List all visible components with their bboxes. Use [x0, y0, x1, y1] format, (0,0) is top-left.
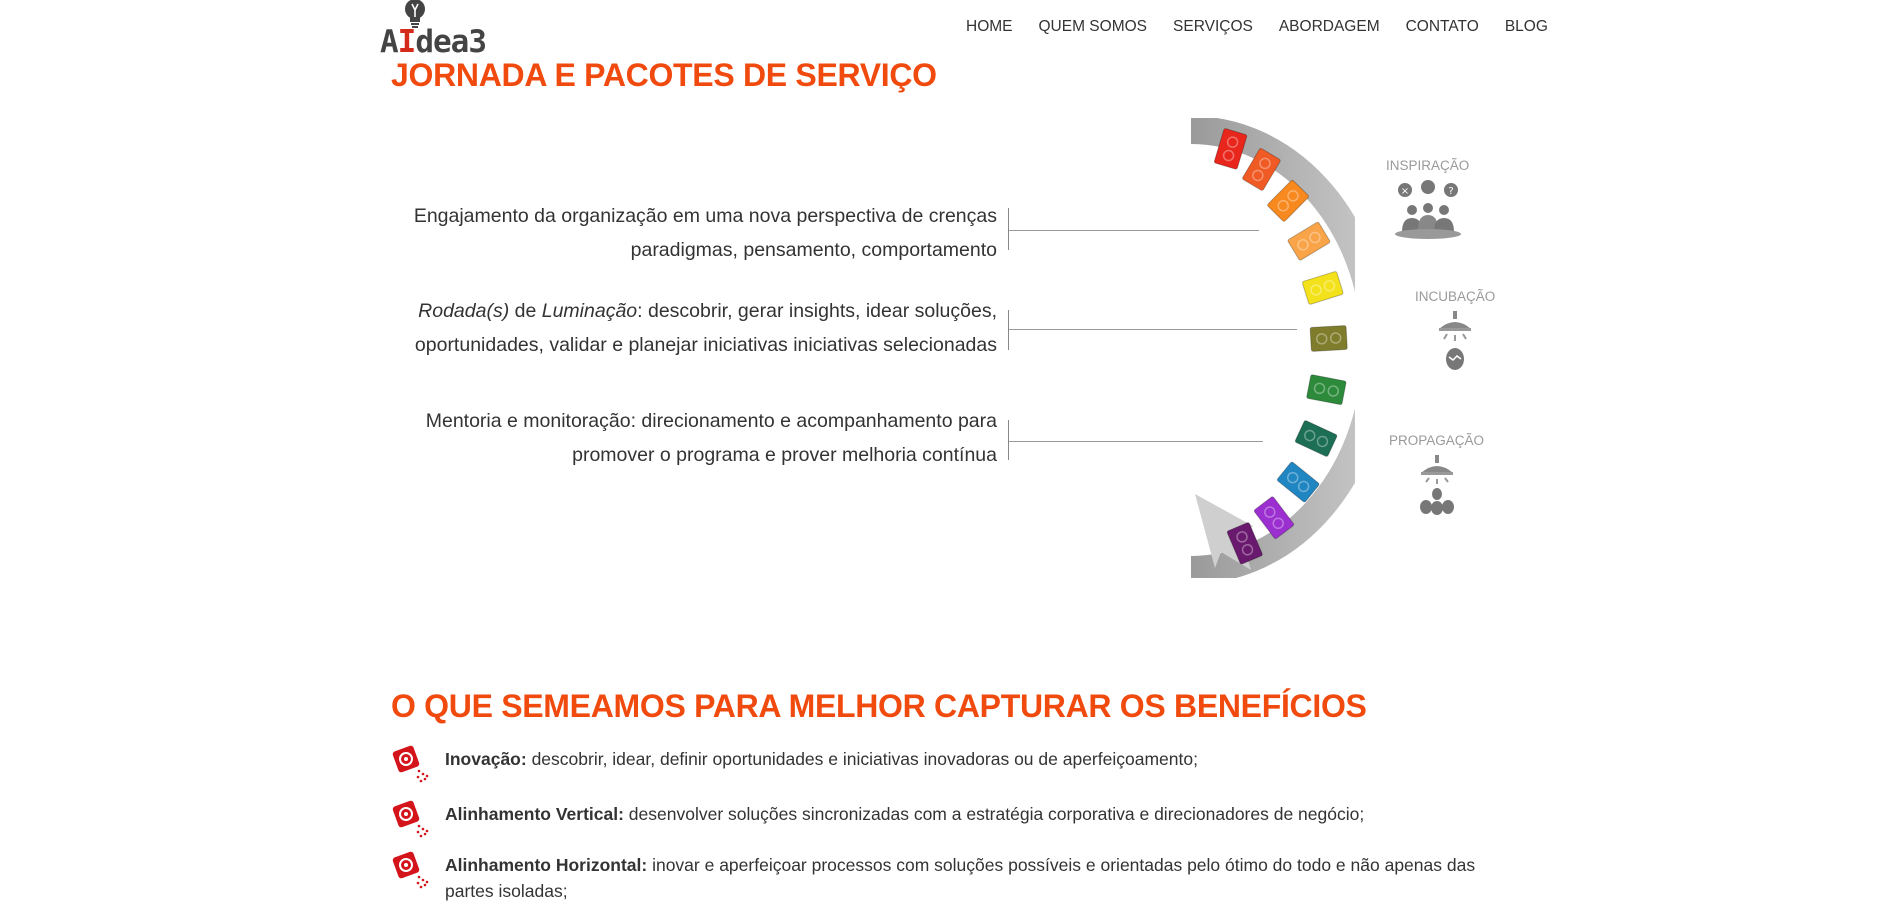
journey-item-3-line-2: promover o programa e prover melhoria co…	[572, 444, 997, 466]
nav-home[interactable]: HOME	[966, 17, 1013, 37]
seed-packet-icon	[392, 800, 429, 838]
benefit-label: Alinhamento Horizontal:	[445, 855, 648, 875]
journey-item-mentoring: Mentoria e monitoração: direcionamento e…	[426, 404, 997, 472]
journey-item-2-line-2: oportunidades, validar e planejar inicia…	[414, 334, 997, 356]
incubator-lamp-icon	[1439, 311, 1472, 370]
benefit-text: descobrir, idear, definir oportunidades …	[526, 749, 1198, 769]
phase-propagacao: PROPAGAÇÃO	[1389, 433, 1484, 526]
arc-block	[1306, 374, 1347, 406]
benefit-item: Alinhamento Vertical: desenvolver soluçõ…	[391, 800, 1511, 838]
journey-item-1-line-1: Engajamento da organização em uma nova p…	[413, 205, 997, 227]
phase-label-incubacao: INCUBAÇÃO	[1415, 289, 1496, 304]
phase-incubacao: INCUBAÇÃO	[1415, 289, 1495, 382]
journey-item-lumination: Rodada(s) de Luminação: descobrir, gerar…	[415, 294, 997, 362]
people-brainstorm-icon: × ?	[1394, 180, 1461, 239]
nav-quem-somos[interactable]: QUEM SOMOS	[1039, 17, 1148, 37]
phase-label-inspiracao: INSPIRAÇÃO	[1386, 158, 1470, 173]
nav-blog[interactable]: BLOG	[1505, 17, 1548, 37]
logo-text: AIdea3	[380, 24, 487, 60]
journey-item-engagement: Engajamento da organização em uma nova p…	[414, 199, 997, 267]
benefits-title: O QUE SEMEAMOS PARA MELHOR CAPTURAR OS B…	[391, 688, 1367, 724]
bracket-3	[1008, 420, 1009, 460]
benefit-label: Inovação:	[445, 749, 527, 769]
nav-abordagem[interactable]: ABORDAGEM	[1279, 17, 1380, 37]
benefits-list: Inovação: descobrir, idear, definir opor…	[391, 745, 1511, 903]
journey-item-2-line-1: Rodada(s) de Luminação: descobrir, gerar…	[418, 300, 997, 322]
journey-arc-diagram	[1190, 118, 1355, 578]
arc-block	[1287, 221, 1331, 261]
benefit-label: Alinhamento Vertical:	[445, 804, 624, 824]
seed-packet-icon	[392, 851, 429, 889]
arc-block	[1294, 420, 1338, 457]
benefit-item: Alinhamento Horizontal: inovar e aperfei…	[391, 851, 1511, 903]
journey-item-3-line-1: Mentoria e monitoração: direcionamento e…	[425, 410, 997, 432]
arc-block	[1302, 271, 1344, 305]
benefit-text: desenvolver soluções sincronizadas com a…	[623, 804, 1365, 824]
main-nav: HOME QUEM SOMOS SERVIÇOS ABORDAGEM CONTA…	[966, 17, 1548, 37]
svg-text:?: ?	[1448, 186, 1453, 197]
page: AIdea3 HOME QUEM SOMOS SERVIÇOS ABORDAGE…	[0, 0, 1897, 903]
benefit-item: Inovação: descobrir, idear, definir opor…	[391, 745, 1511, 783]
journey-title: JORNADA E PACOTES DE SERVIÇO	[391, 57, 937, 93]
site-logo[interactable]: AIdea3	[380, 0, 520, 60]
nav-servicos[interactable]: SERVIÇOS	[1173, 17, 1253, 37]
bracket-2	[1008, 310, 1009, 350]
phase-inspiracao: INSPIRAÇÃO × ?	[1386, 158, 1469, 247]
propagation-lamp-icon	[1419, 455, 1454, 515]
nav-contato[interactable]: CONTATO	[1406, 17, 1479, 37]
phase-label-propagacao: PROPAGAÇÃO	[1389, 433, 1485, 448]
arc-block	[1309, 325, 1348, 352]
svg-text:×: ×	[1400, 186, 1408, 197]
bracket-1	[1008, 208, 1009, 250]
seed-packet-icon	[392, 745, 429, 783]
journey-item-1-line-2: paradigmas, pensamento, comportamento	[630, 239, 997, 261]
